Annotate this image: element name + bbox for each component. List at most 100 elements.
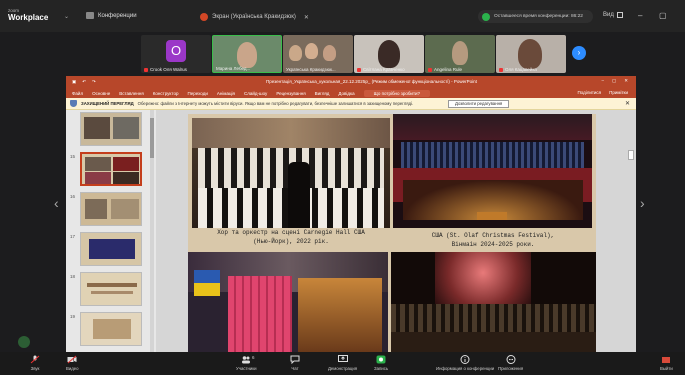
pink-choir-photo [188,252,388,352]
next-page-button[interactable]: › [572,46,586,60]
video-off-icon [67,355,77,364]
participant-video [305,43,318,59]
thumbnails-scrollbar[interactable] [150,110,154,352]
leave-button[interactable]: Выйти [660,355,673,371]
chevron-left-icon[interactable]: ‹ [54,195,59,211]
participant-name: Українська Кракидзюк... [286,67,336,72]
participant-name: Crook Оля Walrus [144,67,187,72]
tab-file[interactable]: Файл [72,91,83,96]
thumbnail-number: 15 [70,154,76,159]
participant-name: Angelina Rule [428,67,462,72]
muted-mic-icon [499,67,503,72]
participant-tile[interactable]: Оля Кацавейка [496,35,566,73]
tab-design[interactable]: Конструктор [153,91,179,96]
editor-scrollbar[interactable] [628,150,634,160]
slide-thumbnail[interactable] [80,112,142,146]
protected-view-bar: ЗАХИЩЕНИЙ ПЕРЕГЛЯД Обережно: файли з Інт… [66,98,636,110]
powerpoint-title-bar: ▣ ↶ ↷ Презентація_Українська_кукольная_2… [66,76,636,88]
app-brand: zoom Workplace [8,7,48,22]
minimize-icon[interactable]: – [601,78,604,84]
slide-thumbnail-selected[interactable] [80,152,142,186]
close-icon[interactable]: ✕ [625,100,630,107]
window-controls: – ▢ ✕ [601,78,628,84]
thumbnail-number: 17 [70,234,76,239]
maximize-icon[interactable]: ▢ [659,11,667,20]
participant-tile[interactable]: O Crook Оля Walrus [141,35,211,73]
thumbnail-number: 19 [70,314,76,319]
slide-thumbnail[interactable] [80,312,142,346]
slide-thumbnail[interactable] [80,192,142,226]
share-button[interactable]: Поділитися [577,90,601,95]
participant-tile[interactable]: Марина Лебед... [212,35,282,73]
ribbon-search[interactable]: Що потрібно зробити? [363,89,431,97]
save-icon[interactable]: ▣ [72,79,76,85]
slide-thumbnail[interactable] [80,272,142,306]
undo-icon[interactable]: ↶ [82,79,86,85]
share-screen-icon [337,355,348,362]
tab-animations[interactable]: Анімація [217,91,235,96]
chevron-right-icon[interactable]: › [640,195,645,211]
current-slide[interactable]: Хор та оркестр на сцені Carnegie Hall СШ… [188,114,596,352]
status-indicator-icon[interactable] [18,336,30,348]
participant-tile[interactable]: Українська Кракидзюк... [283,35,353,73]
view-label: Вид [603,12,614,18]
protected-view-title: ЗАХИЩЕНИЙ ПЕРЕГЛЯД [81,101,134,106]
tab-view[interactable]: Вигляд [315,91,330,96]
participant-video [452,41,468,65]
chat-button[interactable]: Чат [290,355,300,371]
meeting-tab-label: Экран (Українська Кракидзюк) [212,14,296,20]
muted-mic-icon [144,67,148,72]
comments-button[interactable]: Примітки [609,90,628,95]
close-icon[interactable]: ✕ [624,78,628,84]
leave-icon [662,357,671,363]
quick-access-toolbar: ▣ ↶ ↷ [72,79,96,85]
slide-editor: Хор та оркестр на сцені Carnegie Hall СШ… [156,110,636,352]
participants-label: Участники [236,366,257,371]
slide-thumbnail[interactable] [80,232,142,266]
video-button[interactable]: Видео [66,355,79,371]
choir-photo [192,118,390,228]
video-label: Видео [66,366,79,371]
meeting-tab[interactable]: Экран (Українська Кракидзюк) ✕ [200,10,310,24]
redo-icon[interactable]: ↷ [92,79,96,85]
protected-view-text: Обережно: файли з Інтернету можуть місти… [137,101,414,106]
meeting-toolbar: Звук Видео Участники 6 Чат Демонстрация … [0,352,685,375]
conference-menu[interactable]: Конференции [86,12,137,19]
info-button[interactable]: Информация о конференции [436,355,494,371]
tab-slideshow[interactable]: Слайд-шоу [244,91,267,96]
tab-home[interactable]: Основне [92,91,110,96]
participant-name: Марина Лебед... [216,66,251,71]
zoom-window: zoom Workplace ⌄ Конференции Экран (Укра… [0,0,685,375]
close-icon[interactable]: ✕ [304,14,309,21]
thumbnail-number: 16 [70,194,76,199]
time-remaining-pill[interactable]: Оставшееся время конференции: 86:22 [478,10,593,23]
record-button[interactable]: Запись [374,355,388,371]
tab-review[interactable]: Рецензування [276,91,305,96]
maximize-icon[interactable]: ▢ [612,78,616,84]
top-bar: zoom Workplace ⌄ Конференции Экран (Укра… [0,0,685,32]
muted-mic-icon [357,67,361,72]
minimize-icon[interactable]: – [638,11,642,20]
participant-video [518,39,542,69]
scrollbar-thumb[interactable] [150,118,154,158]
participant-tile[interactable]: Світлана Кравченко [354,35,424,73]
apps-button[interactable]: Приложения [498,355,523,371]
apps-label: Приложения [498,366,524,371]
participant-name: Оля Кацавейка [499,67,537,72]
enable-editing-button[interactable]: Дозволити редагування [448,100,510,108]
share-label: Демонстрация [328,366,358,371]
record-icon [376,355,386,364]
time-remaining-label: Оставшееся время конференции: 86:22 [494,14,583,19]
mute-button[interactable]: Звук [30,355,40,371]
view-button[interactable]: Вид [603,12,623,18]
share-screen-button[interactable]: Демонстрация [328,355,357,371]
tab-help[interactable]: Довідка [338,91,354,96]
shield-icon [70,100,77,107]
tab-insert[interactable]: Вставлення [119,91,144,96]
participants-strip: O Crook Оля Walrus Марина Лебед... Украї… [0,32,685,74]
participant-tile[interactable]: Angelina Rule [425,35,495,73]
participant-video [237,42,257,68]
video-camera-icon [86,12,94,19]
chevron-down-icon[interactable]: ⌄ [64,13,69,20]
tab-transitions[interactable]: Переходи [187,91,207,96]
